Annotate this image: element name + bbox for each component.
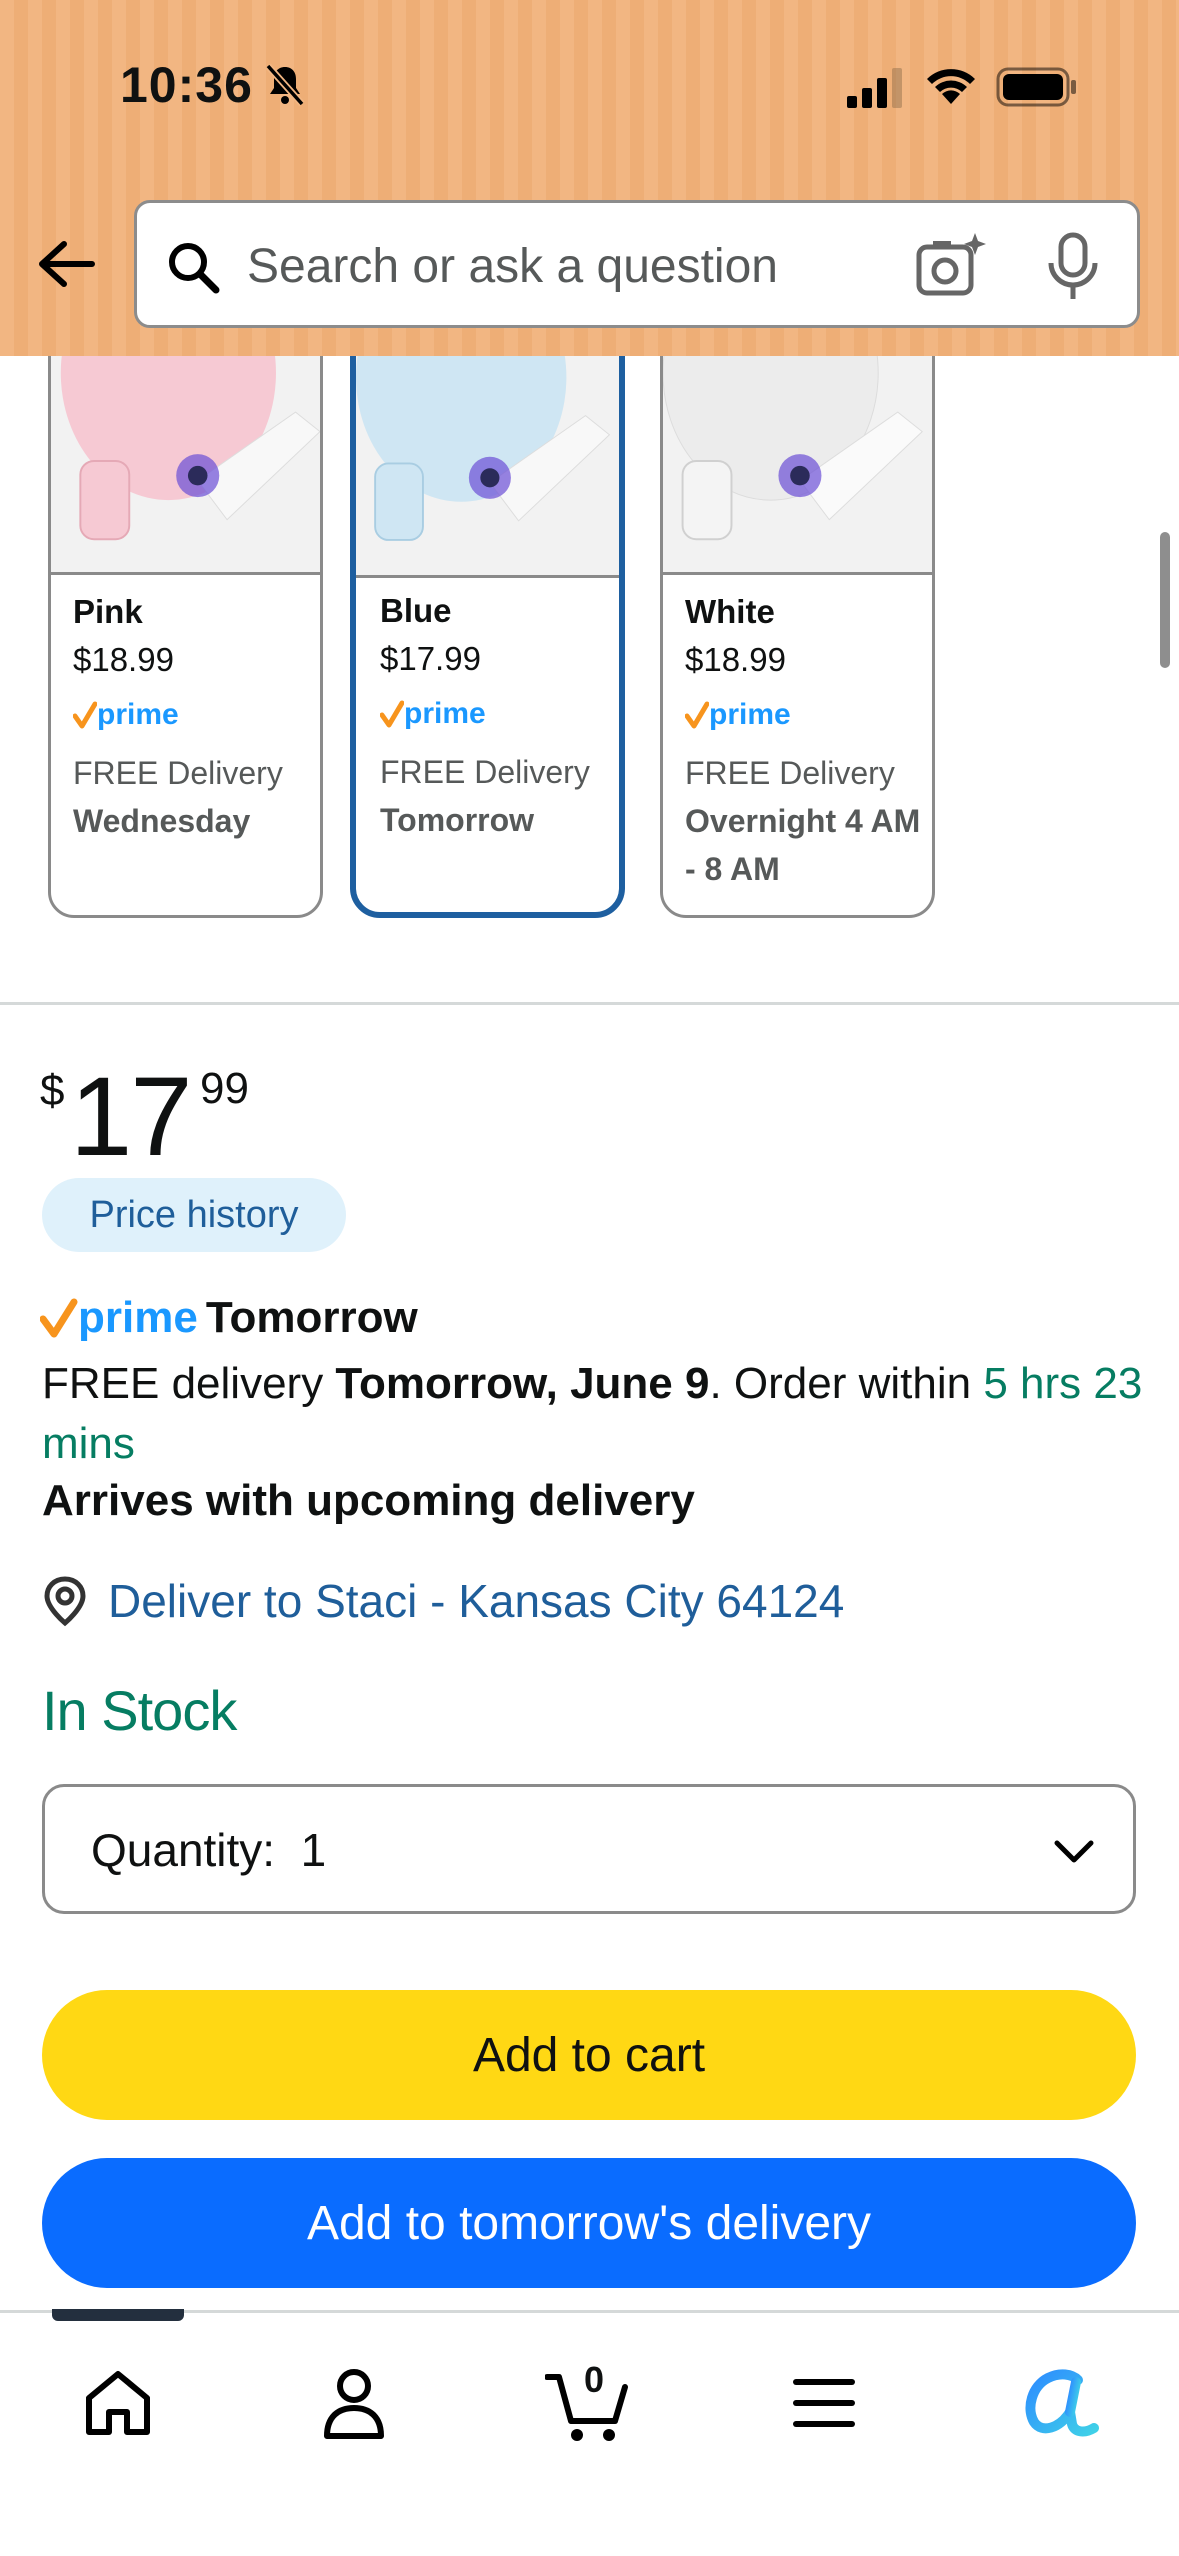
delivery-prefix: FREE delivery bbox=[42, 1359, 336, 1408]
add-to-cart-button[interactable]: Add to cart bbox=[42, 1990, 1136, 2120]
prime-logo: prime bbox=[73, 695, 310, 735]
bell-muted-icon bbox=[265, 63, 305, 107]
prime-logo: prime bbox=[685, 695, 922, 735]
hamburger-menu-icon bbox=[793, 2379, 855, 2427]
variant-name: White bbox=[685, 593, 775, 630]
delivery-message: FREE delivery Tomorrow, June 9. Order wi… bbox=[42, 1354, 1152, 1474]
quantity-display: Quantity: 1 bbox=[91, 1823, 326, 1877]
nav-menu[interactable] bbox=[774, 2353, 874, 2453]
variant-delivery-when: Overnight 4 AM - 8 AM bbox=[685, 803, 921, 887]
bottom-nav: 0 bbox=[0, 2309, 1179, 2556]
microphone-icon[interactable] bbox=[1043, 231, 1103, 303]
status-time: 10:36 bbox=[120, 57, 253, 113]
variant-price: $18.99 bbox=[73, 641, 174, 678]
prime-label: prime bbox=[404, 697, 486, 730]
variant-delivery-when: Wednesday bbox=[73, 803, 251, 839]
price-history-button[interactable]: Price history bbox=[42, 1178, 346, 1252]
deliver-to-location[interactable]: Deliver to Staci - Kansas City 64124 bbox=[42, 1574, 844, 1628]
cart-count: 0 bbox=[584, 2359, 605, 2400]
app-header: 10:36 bbox=[0, 0, 1179, 356]
price-currency: $ bbox=[40, 1066, 65, 1115]
prime-check-icon bbox=[685, 701, 709, 729]
search-input[interactable] bbox=[247, 227, 1007, 305]
variant-delivery-when: Tomorrow bbox=[380, 802, 535, 838]
arrives-note: Arrives with upcoming delivery bbox=[42, 1476, 695, 1525]
active-tab-indicator bbox=[52, 2309, 184, 2321]
quantity-selector[interactable]: Quantity: 1 bbox=[42, 1784, 1136, 1914]
variant-delivery: FREE Delivery bbox=[380, 754, 590, 790]
stock-status: In Stock bbox=[42, 1679, 237, 1742]
nav-cart[interactable]: 0 bbox=[538, 2353, 638, 2453]
variant-card-pink[interactable]: Pink $18.99 prime FREE Delivery Wednesda… bbox=[48, 300, 323, 918]
prime-label: prime bbox=[709, 698, 791, 731]
variant-delivery: FREE Delivery bbox=[73, 755, 283, 791]
variant-name: Blue bbox=[380, 592, 452, 629]
variant-delivery: FREE Delivery bbox=[685, 755, 895, 791]
back-button[interactable] bbox=[30, 228, 102, 300]
nav-account[interactable] bbox=[304, 2353, 404, 2453]
home-icon bbox=[86, 2371, 150, 2435]
delivery-date: Tomorrow, June 9 bbox=[335, 1359, 710, 1408]
battery-icon bbox=[996, 67, 1076, 107]
prime-check-icon bbox=[73, 701, 97, 729]
wifi-icon bbox=[927, 69, 975, 104]
prime-logo: prime bbox=[380, 694, 609, 734]
prime-check-icon bbox=[380, 700, 404, 728]
prime-delivery-badge: prime Tomorrow bbox=[40, 1288, 418, 1348]
cellular-signal-icon bbox=[847, 68, 902, 108]
back-arrow-icon bbox=[39, 241, 95, 287]
location-pin-icon bbox=[44, 1576, 86, 1627]
price-whole: 17 bbox=[70, 1054, 193, 1179]
prime-check-icon bbox=[40, 1298, 78, 1338]
prime-delivery-when: Tomorrow bbox=[205, 1293, 418, 1342]
prime-label: prime bbox=[78, 1293, 198, 1342]
price-fraction: 99 bbox=[200, 1064, 249, 1113]
chevron-down-icon bbox=[1054, 1840, 1094, 1863]
add-to-tomorrow-delivery-button[interactable]: Add to tomorrow's delivery bbox=[42, 2158, 1136, 2288]
search-icon bbox=[169, 243, 220, 294]
variant-name: Pink bbox=[73, 593, 143, 630]
nav-rufus-ai[interactable] bbox=[1010, 2353, 1110, 2453]
scrollbar[interactable] bbox=[1160, 532, 1170, 668]
variant-price: $17.99 bbox=[380, 640, 481, 677]
quantity-value: 1 bbox=[300, 1824, 327, 1876]
variant-card-white[interactable]: White $18.99 prime FREE Delivery Overnig… bbox=[660, 300, 935, 918]
delivery-mid: . Order within bbox=[709, 1359, 984, 1408]
prime-label: prime bbox=[97, 698, 179, 731]
deliver-to-text[interactable]: Deliver to Staci - Kansas City 64124 bbox=[108, 1574, 844, 1628]
search-bar[interactable] bbox=[134, 200, 1140, 328]
variant-card-blue[interactable]: Blue $17.99 prime FREE Delivery Tomorrow bbox=[350, 300, 625, 918]
person-icon bbox=[324, 2369, 384, 2439]
camera-search-icon[interactable] bbox=[913, 229, 989, 305]
nav-home[interactable] bbox=[68, 2353, 168, 2453]
quantity-label: Quantity: bbox=[91, 1824, 276, 1876]
variant-price: $18.99 bbox=[685, 641, 786, 678]
section-divider bbox=[0, 1002, 1179, 1005]
rufus-ai-icon bbox=[1025, 2369, 1099, 2437]
